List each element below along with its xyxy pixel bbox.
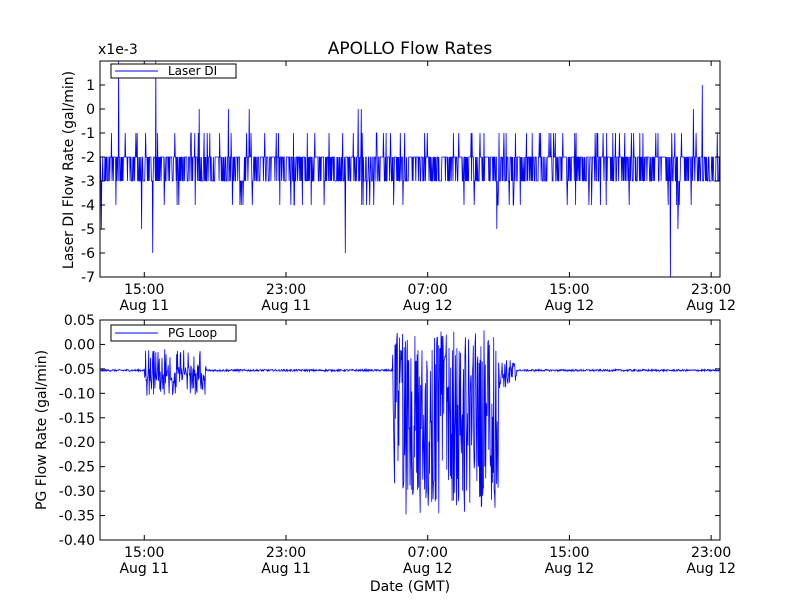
top-y-tick-label: -2 bbox=[81, 150, 95, 166]
top-x-tick-time: 15:00 bbox=[549, 282, 589, 298]
bottom-x-tick-date: Aug 11 bbox=[119, 561, 169, 577]
top-y-tick-label: -1 bbox=[81, 126, 95, 142]
chart-title: APOLLO Flow Rates bbox=[328, 39, 493, 59]
bottom-x-tick-time: 15:00 bbox=[124, 545, 164, 561]
bottom-x-tick-date: Aug 12 bbox=[686, 561, 736, 577]
figure: APOLLO Flow Rates x1e-3 1 0 -1 -2 -3 -4 -5 -6 -7… bbox=[0, 0, 800, 600]
bottom-x-tick-time: 07:00 bbox=[408, 545, 448, 561]
bottom-y-tick-label: -0.25 bbox=[59, 460, 95, 476]
top-y-tick-label: -3 bbox=[81, 174, 95, 190]
bottom-y-tick-label: -0.40 bbox=[59, 533, 95, 549]
bottom-legend-label: PG Loop bbox=[168, 326, 217, 340]
top-y-tick-label: -4 bbox=[81, 198, 95, 214]
top-x-tick-time: 15:00 bbox=[124, 282, 164, 298]
top-y-tick-label: 1 bbox=[86, 78, 95, 94]
top-y-tick-label: -6 bbox=[81, 246, 95, 262]
bottom-legend: PG Loop bbox=[110, 324, 237, 342]
top-x-tick-time: 07:00 bbox=[408, 282, 448, 298]
top-x-tick-date: Aug 12 bbox=[545, 298, 595, 314]
bottom-x-tick-date: Aug 12 bbox=[403, 561, 453, 577]
top-y-tick-label: -7 bbox=[81, 270, 95, 286]
bottom-x-tick-time: 23:00 bbox=[266, 545, 306, 561]
top-x-tick-date: Aug 11 bbox=[261, 298, 311, 314]
top-legend-label: Laser DI bbox=[168, 64, 217, 78]
bottom-y-tick-label: 0.00 bbox=[64, 337, 95, 353]
bottom-y-tick-label: -0.05 bbox=[59, 362, 95, 378]
top-x-tick-date: Aug 12 bbox=[686, 298, 736, 314]
bottom-y-axis-label: PG Flow Rate (gal/min) bbox=[34, 350, 50, 510]
bottom-y-tick-label: -0.20 bbox=[59, 435, 95, 451]
top-y-tick-label: 0 bbox=[86, 102, 95, 118]
bottom-y-tick-label: -0.15 bbox=[59, 411, 95, 427]
top-legend: Laser DI bbox=[110, 63, 237, 79]
bottom-x-axis-label: Date (GMT) bbox=[370, 579, 450, 595]
top-offset-label: x1e-3 bbox=[98, 42, 138, 58]
bottom-x-tick-time: 23:00 bbox=[691, 545, 731, 561]
bottom-x-tick-date: Aug 12 bbox=[545, 561, 595, 577]
bottom-y-tick-label: -0.30 bbox=[59, 484, 95, 500]
top-y-tick-label: -5 bbox=[81, 222, 95, 238]
top-y-axis-label: Laser DI Flow Rate (gal/min) bbox=[61, 71, 77, 269]
bottom-y-tick-label: 0.05 bbox=[64, 313, 95, 329]
bottom-y-tick-label: -0.10 bbox=[59, 386, 95, 402]
top-x-tick-date: Aug 11 bbox=[119, 298, 169, 314]
top-x-tick-time: 23:00 bbox=[266, 282, 306, 298]
bottom-y-tick-label: -0.35 bbox=[59, 509, 95, 525]
top-x-tick-date: Aug 12 bbox=[403, 298, 453, 314]
bottom-x-tick-time: 15:00 bbox=[549, 545, 589, 561]
bottom-x-tick-date: Aug 11 bbox=[261, 561, 311, 577]
top-x-tick-time: 23:00 bbox=[691, 282, 731, 298]
